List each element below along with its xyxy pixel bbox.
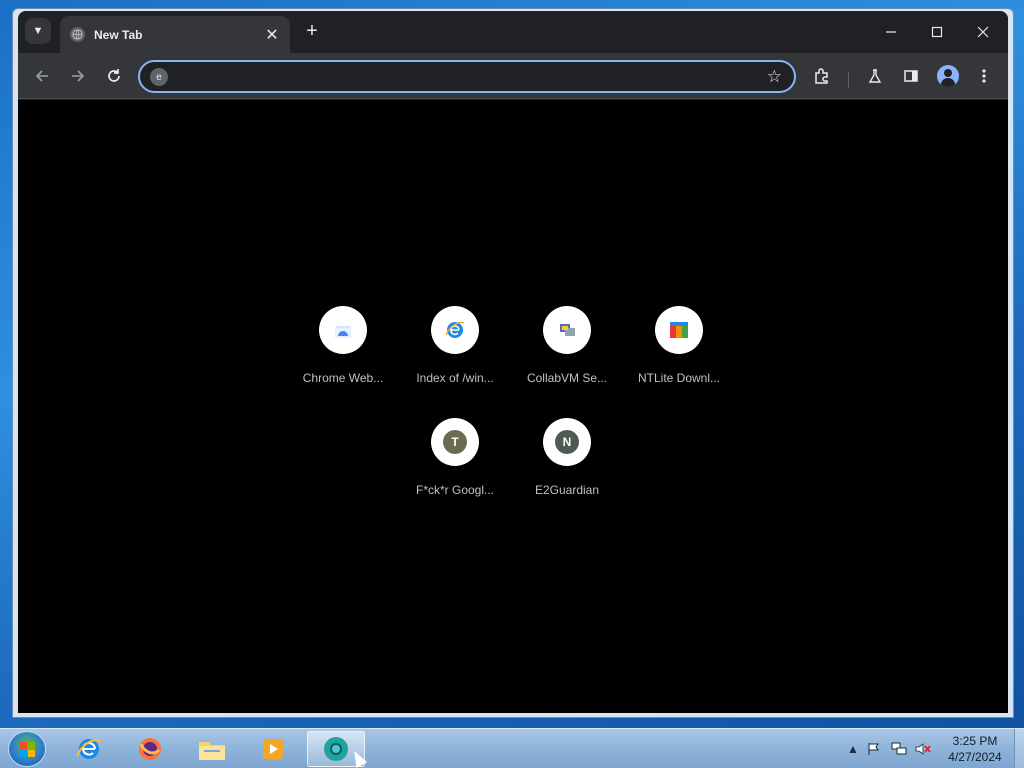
close-tab-icon[interactable]: ✕ xyxy=(264,25,280,45)
system-clock[interactable]: 3:25 PM 4/27/2024 xyxy=(940,733,1010,765)
start-button[interactable] xyxy=(8,731,46,767)
shortcut-label: E2Guardian xyxy=(534,483,600,497)
browser-window: ▼ New Tab ✕ + e ☆ Chrome Web... Index of… xyxy=(12,8,1014,718)
shortcut-tile[interactable]: N E2Guardian xyxy=(511,418,623,518)
internet-explorer-icon xyxy=(431,306,479,354)
address-bar[interactable]: e ☆ xyxy=(138,60,796,93)
new-tab-page: Chrome Web... Index of /win... CollabVM … xyxy=(18,100,1008,713)
shortcut-label: NTLite Downl... xyxy=(637,371,721,385)
tab-title: New Tab xyxy=(94,27,143,42)
shortcut-tile[interactable]: CollabVM Se... xyxy=(511,306,623,406)
back-button[interactable] xyxy=(30,64,54,88)
taskbar: ▲ 3:25 PM 4/27/2024 xyxy=(0,728,1024,768)
volume-muted-icon[interactable] xyxy=(915,741,931,757)
ntlite-icon xyxy=(655,306,703,354)
close-window-button[interactable] xyxy=(960,17,1006,47)
shortcut-label: Index of /win... xyxy=(416,371,494,385)
chevron-down-icon: ▼ xyxy=(32,25,44,37)
labs-flask-icon[interactable] xyxy=(864,65,886,87)
file-explorer-icon[interactable] xyxy=(183,731,241,767)
clock-date: 4/27/2024 xyxy=(948,750,1002,764)
profile-avatar-icon[interactable] xyxy=(937,65,959,87)
shortcut-tile[interactable]: T F*ck*r Googl... xyxy=(399,418,511,518)
shortcut-label: F*ck*r Googl... xyxy=(415,483,495,497)
address-input[interactable] xyxy=(174,66,734,88)
bookmark-star-icon[interactable]: ☆ xyxy=(767,67,782,87)
tab-strip: ▼ New Tab ✕ + xyxy=(18,11,1008,53)
collabvm-icon xyxy=(543,306,591,354)
new-tab-button[interactable]: + xyxy=(301,21,323,43)
tab-search-button[interactable]: ▼ xyxy=(25,18,51,44)
show-desktop-button[interactable] xyxy=(1014,729,1024,768)
letter-avatar-icon: N xyxy=(543,418,591,466)
browser-toolbar: e ☆ xyxy=(18,53,1008,99)
shortcut-tile[interactable]: Index of /win... xyxy=(399,306,511,406)
shortcut-tile[interactable]: NTLite Downl... xyxy=(623,306,735,406)
chrome-web-store-icon xyxy=(319,306,367,354)
show-hidden-icons-icon[interactable]: ▲ xyxy=(845,741,861,757)
extensions-icon[interactable] xyxy=(811,65,833,87)
browser-frame: ▼ New Tab ✕ + e ☆ Chrome Web... Index of… xyxy=(18,11,1008,713)
action-center-flag-icon[interactable] xyxy=(866,741,882,757)
reload-button[interactable] xyxy=(102,64,126,88)
internet-explorer-icon[interactable] xyxy=(60,731,118,767)
shortcut-tile[interactable]: Chrome Web... xyxy=(287,306,399,406)
toolbar-divider xyxy=(848,72,849,88)
shortcut-label: Chrome Web... xyxy=(302,371,384,385)
maximize-button[interactable] xyxy=(914,17,960,47)
shortcut-label: CollabVM Se... xyxy=(526,371,608,385)
minimize-button[interactable] xyxy=(868,17,914,47)
menu-kebab-icon[interactable] xyxy=(973,65,995,87)
media-player-icon[interactable] xyxy=(244,731,302,767)
network-icon[interactable] xyxy=(891,741,907,757)
tab-new-tab[interactable]: New Tab ✕ xyxy=(60,16,290,53)
forward-button[interactable] xyxy=(66,64,90,88)
letter-badge: N xyxy=(555,430,579,454)
site-info-icon[interactable]: e xyxy=(150,68,168,86)
globe-icon xyxy=(70,27,85,42)
letter-avatar-icon: T xyxy=(431,418,479,466)
side-panel-icon[interactable] xyxy=(900,65,922,87)
firefox-icon[interactable] xyxy=(121,731,179,767)
letter-badge: T xyxy=(443,430,467,454)
clock-time: 3:25 PM xyxy=(952,734,998,748)
